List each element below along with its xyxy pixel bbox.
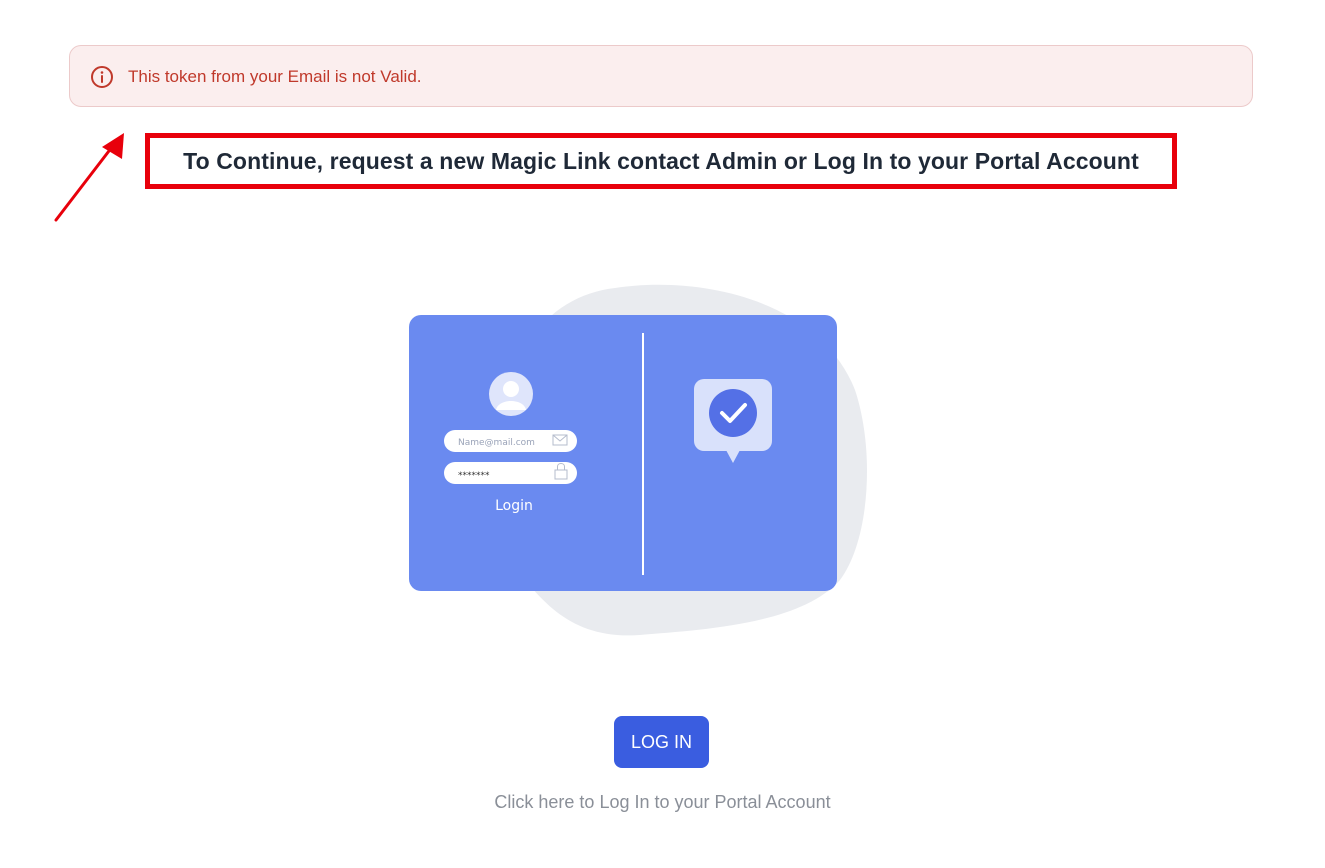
page: This token from your Email is not Valid.… xyxy=(0,0,1325,868)
login-caption: Click here to Log In to your Portal Acco… xyxy=(494,792,831,812)
email-placeholder: Name@mail.com xyxy=(458,438,535,448)
instruction-text: To Continue, request a new Magic Link co… xyxy=(183,147,1139,174)
instruction-box: To Continue, request a new Magic Link co… xyxy=(145,133,1177,189)
login-button[interactable]: LOG IN xyxy=(614,716,709,768)
card xyxy=(409,315,837,591)
info-circle-icon xyxy=(90,65,114,89)
arrow-up-right-icon xyxy=(54,133,124,222)
login-illustration: Name@mail.com ******* Login xyxy=(409,284,867,636)
check-bubble-icon xyxy=(694,379,772,463)
error-alert: This token from your Email is not Valid. xyxy=(69,45,1253,107)
user-avatar-icon xyxy=(489,372,533,416)
password-mask: ******* xyxy=(458,471,490,481)
alert-message: This token from your Email is not Valid. xyxy=(128,67,422,86)
illustration-login-label: Login xyxy=(495,498,533,514)
